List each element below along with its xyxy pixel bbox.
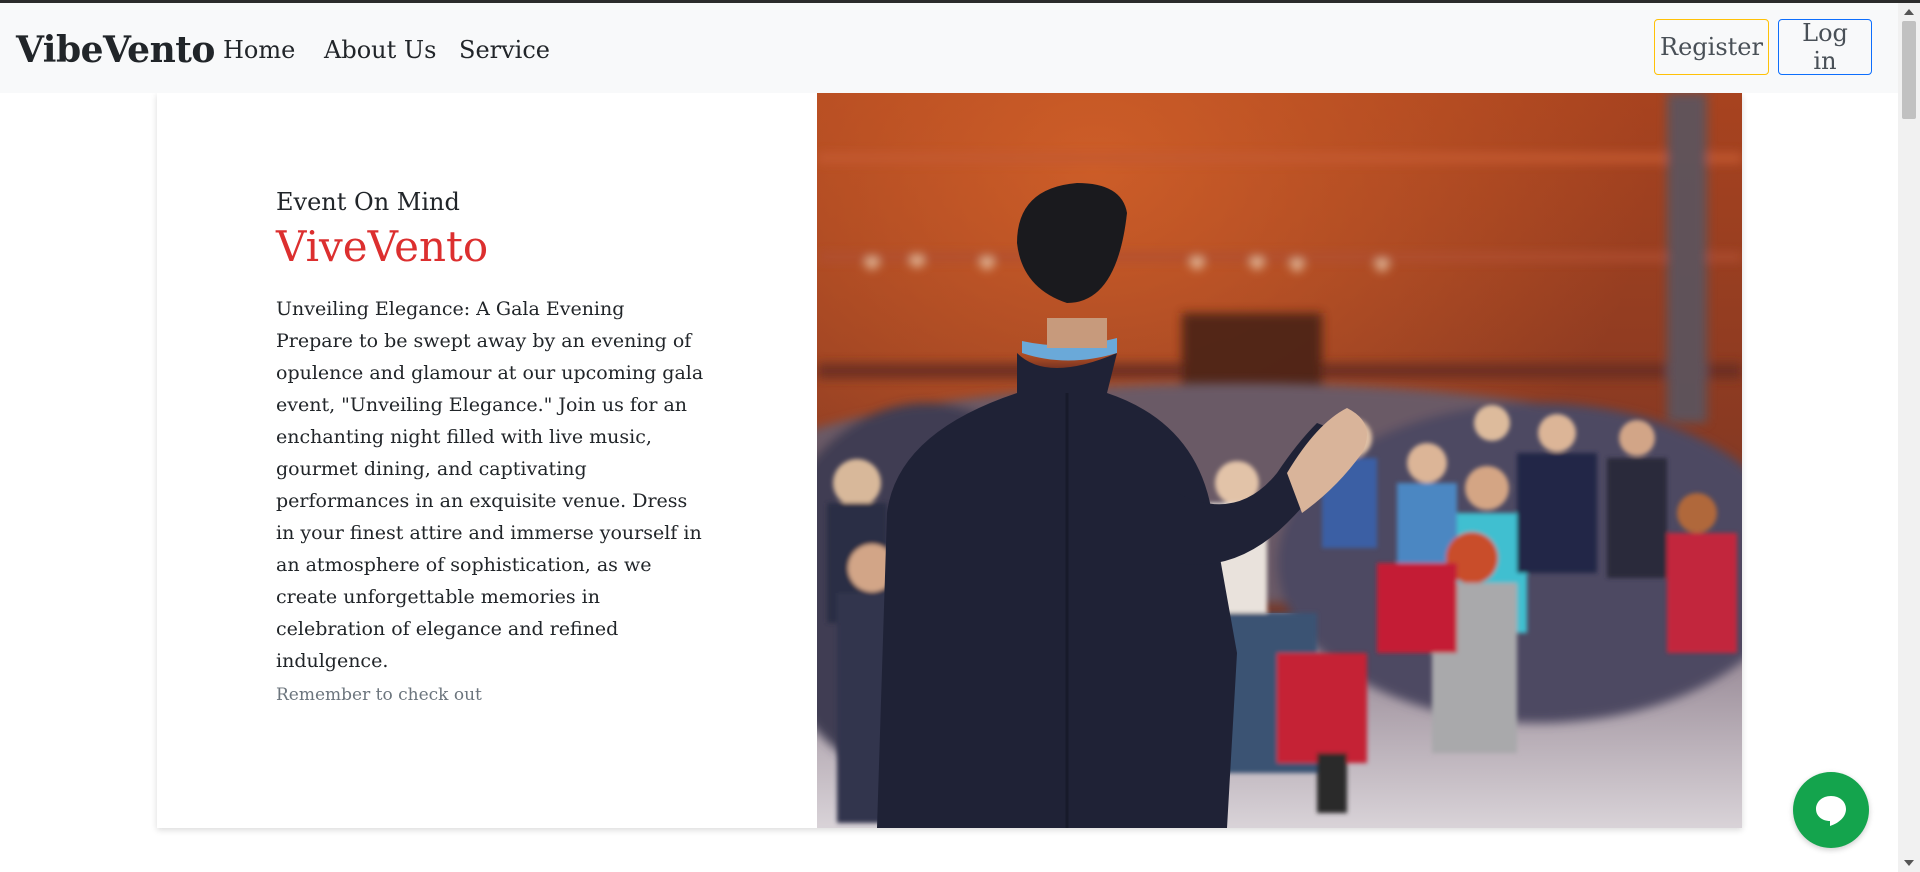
brand-logo[interactable]: VibeVento	[16, 29, 215, 71]
scroll-thumb[interactable]	[1902, 21, 1916, 119]
nav-link-about-us[interactable]: About Us	[324, 36, 436, 64]
hero-text: Event On Mind ViveVento Unveiling Elegan…	[276, 185, 706, 707]
nav-link-home[interactable]: Home	[223, 36, 295, 64]
hero-card: Event On Mind ViveVento Unveiling Elegan…	[157, 93, 1742, 828]
hero-image	[817, 93, 1742, 828]
conference-speaker-photo	[817, 93, 1742, 828]
login-button[interactable]: Log in	[1778, 19, 1872, 75]
scroll-up-arrow-icon[interactable]	[1904, 9, 1914, 15]
vertical-scrollbar[interactable]	[1898, 3, 1920, 872]
chat-bubble-icon	[1816, 796, 1846, 826]
navbar: VibeVento Home About Us Service Register…	[0, 3, 1898, 93]
nav-link-service[interactable]: Service	[459, 36, 550, 64]
scroll-down-arrow-icon[interactable]	[1904, 860, 1914, 866]
hero-description: Unveiling Elegance: A Gala Evening Prepa…	[276, 298, 704, 672]
chat-button[interactable]	[1793, 772, 1869, 848]
hero-subtitle: Event On Mind	[276, 188, 460, 216]
hero-note: Remember to check out	[276, 685, 482, 705]
hero-title: ViveVento	[276, 222, 489, 271]
register-button[interactable]: Register	[1654, 19, 1769, 75]
